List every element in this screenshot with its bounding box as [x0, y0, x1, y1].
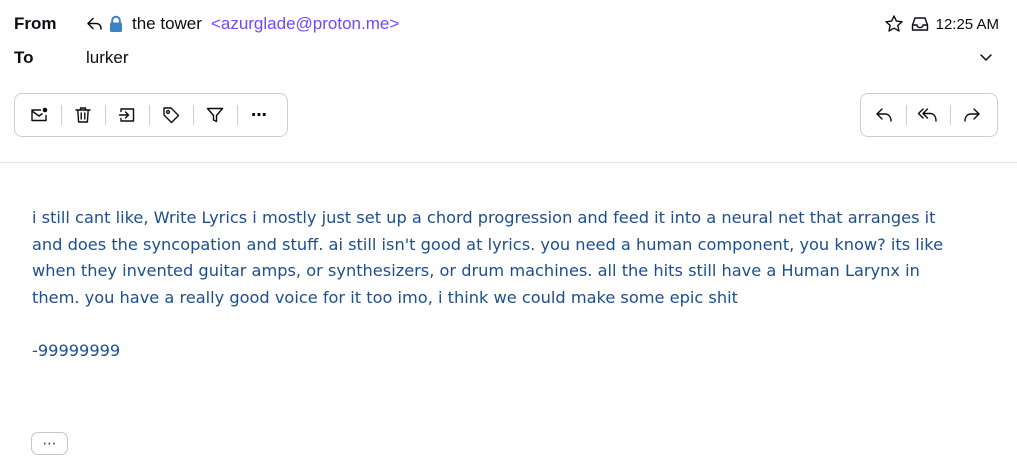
lock-icon	[108, 15, 124, 33]
filter-button[interactable]	[193, 94, 237, 136]
trash-button[interactable]	[61, 94, 105, 136]
recipient[interactable]: lurker	[86, 48, 129, 68]
forward-button[interactable]	[950, 94, 994, 136]
message-body: i still cant like, Write Lyrics i mostly…	[32, 205, 962, 364]
from-label: From	[14, 14, 57, 33]
sender-address[interactable]: <azurglade@proton.me>	[211, 14, 399, 34]
message-meta: 12:25 AM	[884, 14, 999, 34]
message-actions-toolbar: ⋯	[14, 93, 288, 137]
trash-icon	[73, 105, 93, 125]
move-to-folder-icon	[117, 105, 137, 125]
from-row: From the tower <azurglade@proton.me> 12:…	[0, 12, 1017, 36]
reply-all-button[interactable]	[906, 94, 950, 136]
show-quoted-button[interactable]: ⋯	[31, 432, 68, 455]
to-label: To	[14, 48, 34, 67]
reply-icon	[86, 15, 104, 33]
message-paragraph: i still cant like, Write Lyrics i mostly…	[32, 208, 944, 307]
forward-icon	[962, 105, 982, 125]
header-divider	[0, 162, 1017, 163]
inbox-icon	[910, 14, 930, 34]
message-signature: -99999999	[32, 340, 121, 360]
more-icon: ⋯	[251, 107, 267, 124]
chevron-down-icon[interactable]	[977, 48, 995, 71]
sender-name: the tower	[132, 14, 202, 33]
mark-unread-button[interactable]	[17, 94, 61, 136]
email-view: From the tower <azurglade@proton.me> 12:…	[0, 0, 1017, 467]
to-row: To lurker	[0, 46, 1017, 70]
message-time: 12:25 AM	[935, 15, 999, 33]
tag-icon	[161, 105, 181, 125]
filter-icon	[205, 105, 225, 125]
reply-all-icon	[917, 105, 939, 125]
sender[interactable]: the tower <azurglade@proton.me>	[86, 14, 399, 34]
reply-toolbar	[860, 93, 998, 137]
move-to-button[interactable]	[105, 94, 149, 136]
envelope-dot-icon	[29, 105, 49, 125]
label-button[interactable]	[149, 94, 193, 136]
more-actions-button[interactable]: ⋯	[237, 94, 281, 136]
reply-icon	[874, 105, 894, 125]
reply-button[interactable]	[862, 94, 906, 136]
star-icon[interactable]	[884, 14, 904, 34]
